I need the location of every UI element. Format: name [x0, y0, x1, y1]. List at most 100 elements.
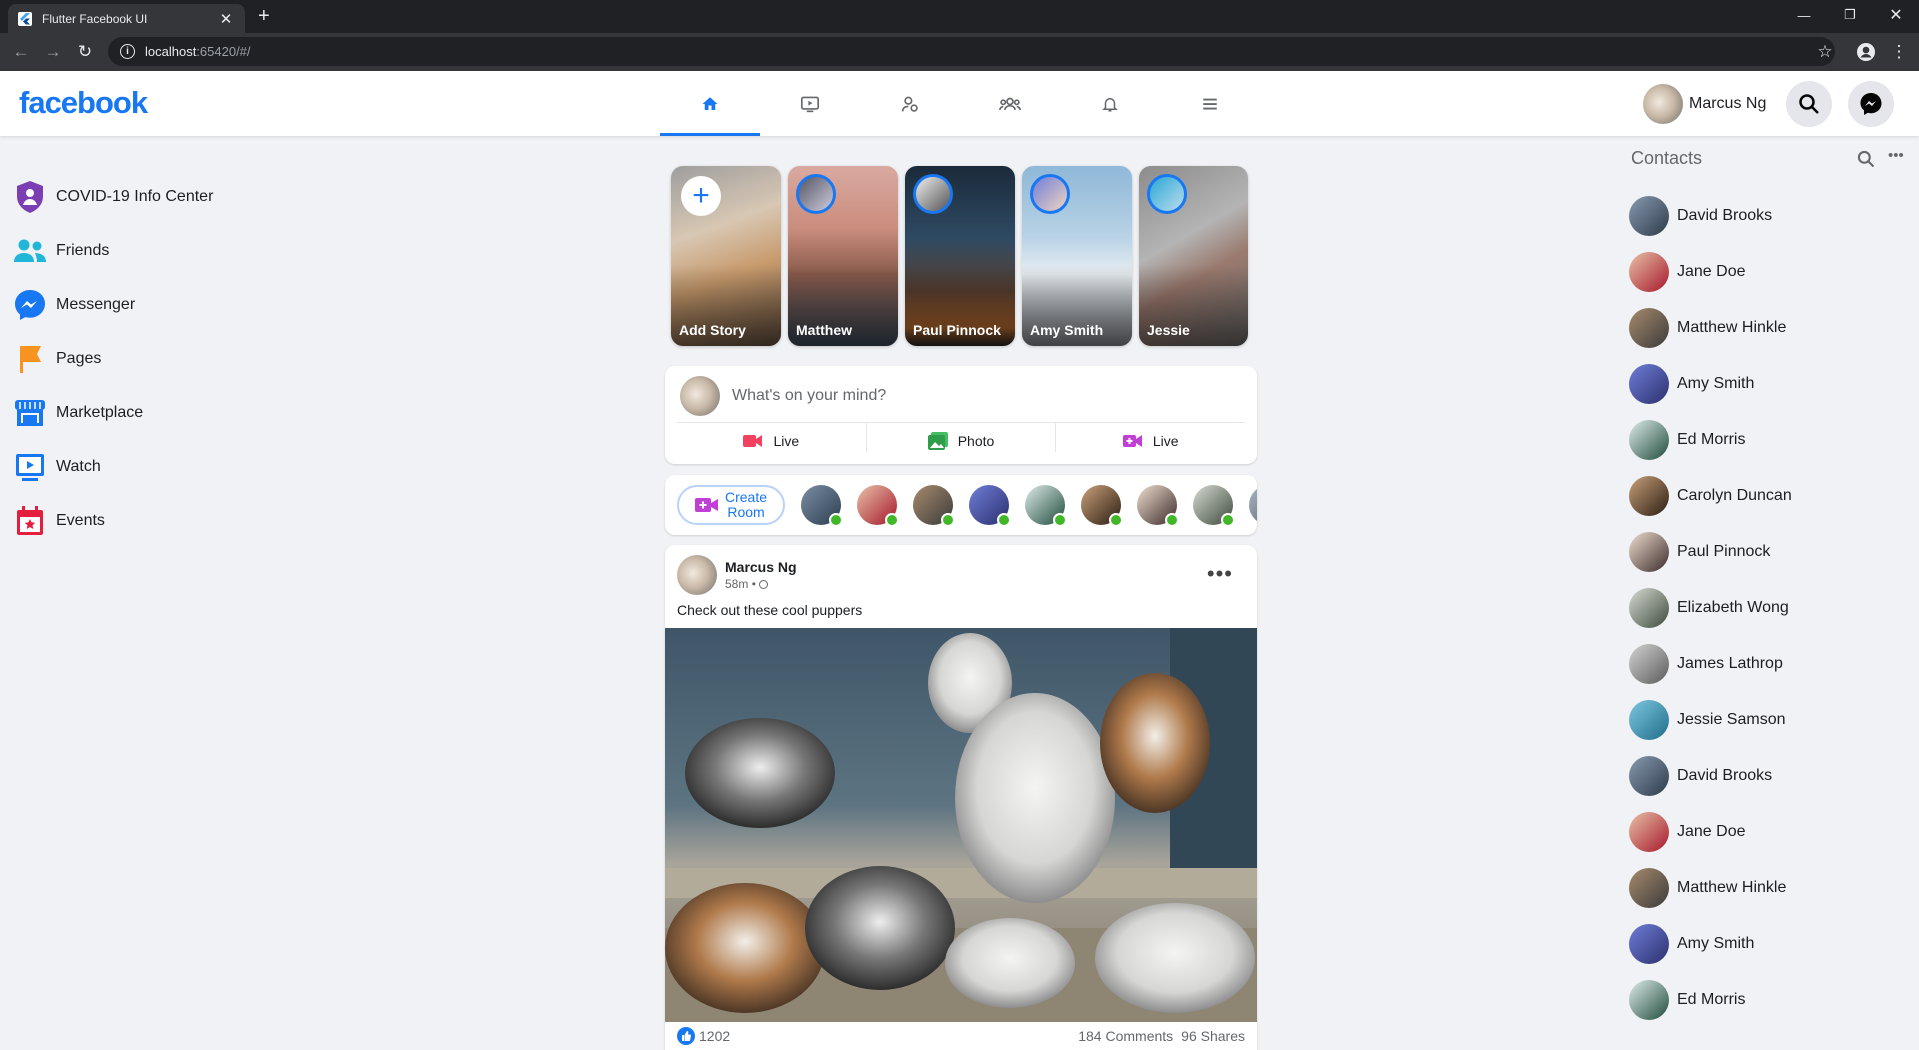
post-time: 58m: [725, 577, 749, 591]
contact-item[interactable]: Jane Doe: [1629, 244, 1909, 300]
sidebar-item-messenger[interactable]: Messenger: [12, 278, 312, 332]
messenger-button[interactable]: [1848, 81, 1894, 127]
close-tab-icon[interactable]: ✕: [217, 10, 235, 28]
share-count[interactable]: 96 Shares: [1181, 1028, 1245, 1044]
contact-item[interactable]: Ed Morris: [1629, 972, 1909, 1028]
avatar[interactable]: [677, 555, 717, 595]
sidebar-item-watch[interactable]: Watch: [12, 440, 312, 494]
tab-groups[interactable]: [960, 71, 1060, 136]
contact-item[interactable]: Jessie Samson: [1629, 692, 1909, 748]
avatar: [1629, 644, 1669, 684]
composer-input[interactable]: What's on your mind?: [680, 376, 886, 416]
minimize-icon[interactable]: —: [1781, 0, 1827, 30]
live-video-icon: [743, 434, 763, 448]
tab-home[interactable]: [660, 71, 760, 136]
room-avatar[interactable]: [1193, 485, 1235, 527]
post-author[interactable]: Marcus Ng: [725, 559, 797, 575]
room-button[interactable]: Live: [1056, 423, 1245, 452]
avatar: [1629, 700, 1669, 740]
top-app-bar: facebook Marcus Ng: [0, 71, 1919, 136]
story-label: Jessie: [1147, 322, 1190, 338]
comment-count[interactable]: 184 Comments: [1078, 1028, 1173, 1044]
story-card[interactable]: Matthew: [788, 166, 898, 346]
add-story-card[interactable]: + Add Story: [671, 166, 781, 346]
story-card[interactable]: Amy Smith: [1022, 166, 1132, 346]
info-icon[interactable]: i: [120, 44, 135, 59]
browser-tab[interactable]: Flutter Facebook UI ✕: [8, 4, 245, 33]
sidebar-item-label: Events: [56, 512, 105, 529]
video-room-icon: [695, 498, 718, 512]
sidebar-item-events[interactable]: Events: [12, 494, 312, 548]
tab-profile[interactable]: [860, 71, 960, 136]
close-window-icon[interactable]: ✕: [1873, 0, 1919, 30]
forward-icon[interactable]: →: [42, 41, 64, 63]
create-room-button[interactable]: Create Room: [677, 485, 785, 525]
add-icon[interactable]: +: [681, 176, 721, 216]
contact-item[interactable]: Amy Smith: [1629, 916, 1909, 972]
tab-title: Flutter Facebook UI: [42, 11, 148, 26]
more-options-icon[interactable]: •••: [1888, 147, 1904, 164]
live-button[interactable]: Live: [677, 423, 867, 452]
avatar: [1629, 308, 1669, 348]
sidebar-item-pages[interactable]: Pages: [12, 332, 312, 386]
new-tab-button[interactable]: +: [258, 5, 270, 27]
contact-item[interactable]: Matthew Hinkle: [1629, 860, 1909, 916]
profile-account-icon[interactable]: [1855, 41, 1877, 63]
sidebar-item-label: Pages: [56, 350, 102, 367]
menu-icon: [1203, 98, 1217, 109]
search-button[interactable]: [1786, 81, 1832, 127]
story-card[interactable]: Paul Pinnock: [905, 166, 1015, 346]
sidebar-item-marketplace[interactable]: Marketplace: [12, 386, 312, 440]
contact-item[interactable]: James Lathrop: [1629, 636, 1909, 692]
facebook-logo[interactable]: facebook: [19, 85, 148, 121]
contact-item[interactable]: David Brooks: [1629, 188, 1909, 244]
room-avatar[interactable]: [1137, 485, 1179, 527]
avatar: [796, 174, 836, 214]
contact-item[interactable]: Elizabeth Wong: [1629, 580, 1909, 636]
contact-item[interactable]: Jane Doe: [1629, 804, 1909, 860]
address-bar[interactable]: i localhost:65420/#/: [108, 37, 1835, 66]
contact-name: Jessie Samson: [1677, 711, 1786, 728]
tab-watch[interactable]: [760, 71, 860, 136]
restore-icon[interactable]: ❐: [1827, 0, 1873, 30]
search-icon[interactable]: [1856, 149, 1876, 174]
avatar: [1629, 588, 1669, 628]
room-avatar[interactable]: [969, 485, 1011, 527]
room-avatar[interactable]: [801, 485, 843, 527]
action-label: Photo: [957, 432, 995, 449]
contacts-title: Contacts: [1631, 148, 1703, 168]
room-avatar[interactable]: [857, 485, 899, 527]
globe-icon: [759, 580, 769, 589]
photo-icon: [927, 431, 948, 450]
sidebar-item-friends[interactable]: Friends: [12, 224, 312, 278]
reload-icon[interactable]: ↻: [74, 41, 96, 63]
app-root: Flutter Facebook UI ✕ + — ❐ ✕ ← → ↻ i lo…: [0, 0, 1919, 1050]
room-avatar[interactable]: [1081, 485, 1123, 527]
story-card[interactable]: Jessie: [1139, 166, 1248, 346]
post-image[interactable]: [665, 628, 1257, 1022]
bookmark-star-icon[interactable]: ☆: [1814, 41, 1836, 63]
contact-item[interactable]: Amy Smith: [1629, 356, 1909, 412]
contact-item[interactable]: Paul Pinnock: [1629, 524, 1909, 580]
photo-button[interactable]: Photo: [867, 423, 1057, 452]
contact-item[interactable]: Matthew Hinkle: [1629, 300, 1909, 356]
room-avatar[interactable]: [1025, 485, 1067, 527]
tab-menu[interactable]: [1160, 71, 1260, 136]
contact-item[interactable]: Carolyn Duncan: [1629, 468, 1909, 524]
user-profile-chip[interactable]: Marcus Ng: [1643, 84, 1766, 124]
browser-menu-icon[interactable]: ⋮: [1888, 41, 1910, 63]
room-avatar[interactable]: [1249, 485, 1257, 525]
more-options-icon[interactable]: •••: [1207, 561, 1233, 587]
tab-notifications[interactable]: [1060, 71, 1160, 136]
room-avatar[interactable]: [913, 485, 955, 527]
avatar: [680, 376, 720, 416]
back-icon[interactable]: ←: [10, 41, 32, 63]
contact-item[interactable]: David Brooks: [1629, 748, 1909, 804]
contact-name: Matthew Hinkle: [1677, 319, 1787, 336]
sidebar-item-covid[interactable]: COVID-19 Info Center: [12, 170, 312, 224]
shield-icon: [12, 179, 48, 215]
contact-item[interactable]: Ed Morris: [1629, 412, 1909, 468]
contact-name: David Brooks: [1677, 207, 1773, 224]
like-count[interactable]: 1202: [699, 1028, 730, 1044]
post-stats: 1202 184 Comments 96 Shares: [677, 1027, 1245, 1045]
